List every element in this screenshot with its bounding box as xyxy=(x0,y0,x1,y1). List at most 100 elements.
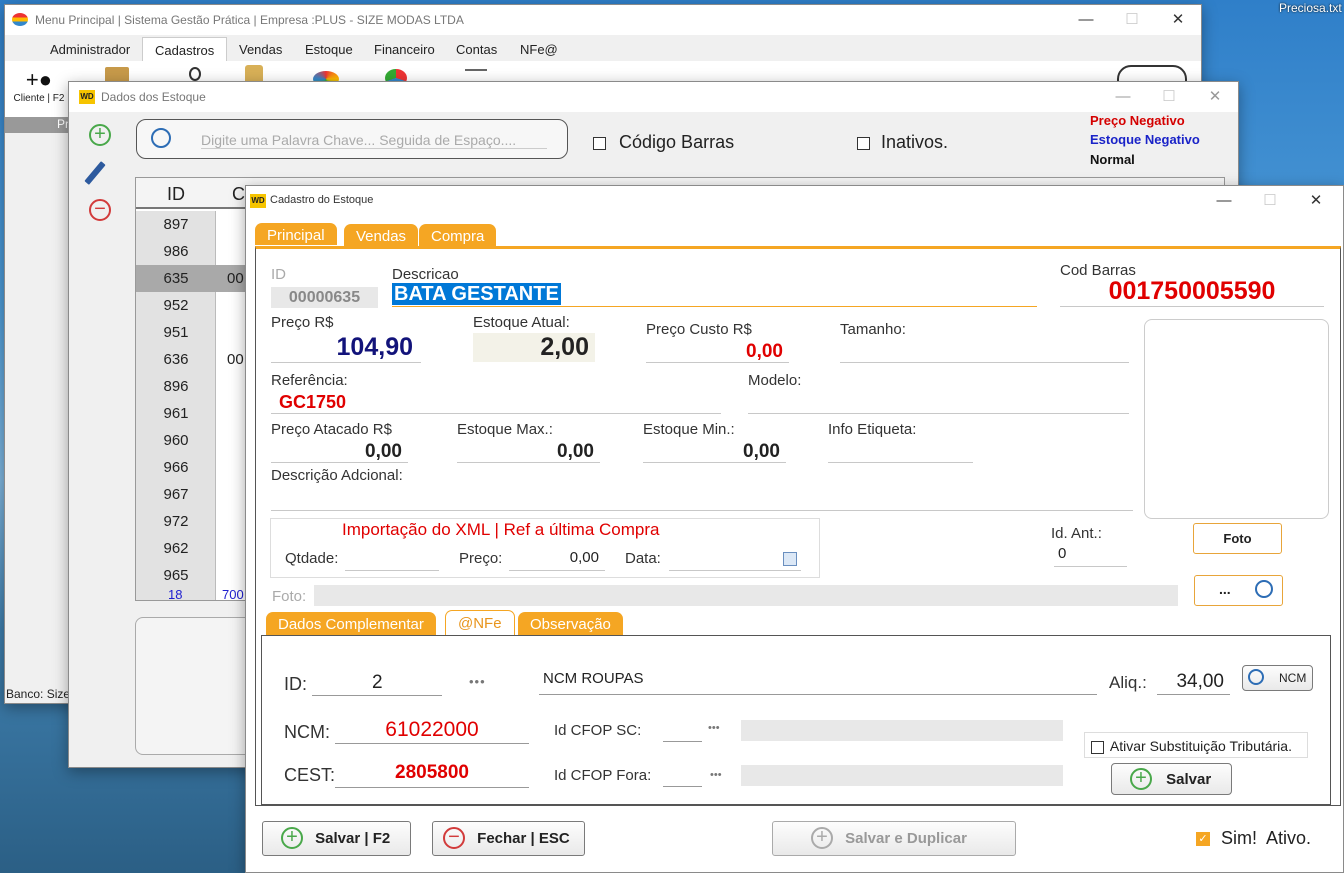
estoque-atual-label: Estoque Atual: xyxy=(473,314,570,331)
st-check-label: Ativar Substituição Tributária. xyxy=(1109,738,1292,754)
windev-logo-icon: WD xyxy=(79,90,95,104)
subtab-dados-complementar[interactable]: Dados Complementar xyxy=(266,612,436,635)
aliq-field[interactable]: 34,00 xyxy=(1157,671,1230,695)
est-max-label: Estoque Max.: xyxy=(457,421,553,438)
table-row[interactable]: 952 xyxy=(136,292,246,319)
nfe-save-button[interactable]: + Salvar xyxy=(1111,763,1232,795)
st-check-box[interactable] xyxy=(1091,740,1104,754)
est-min-field[interactable]: 0,00 xyxy=(643,441,786,463)
cfop-fora-dots-button[interactable]: ••• xyxy=(710,769,722,781)
xml-title: Importação do XML | Ref a última Compra xyxy=(342,520,660,539)
barcode-checkbox[interactable]: Código Barras xyxy=(593,132,734,153)
referencia-field[interactable]: GC1750 xyxy=(271,392,721,414)
foto-button[interactable]: Foto xyxy=(1193,523,1282,554)
active-check-box[interactable]: ✓ xyxy=(1196,832,1210,847)
xml-preco-field[interactable]: 0,00 xyxy=(509,549,605,571)
info-etiqueta-field[interactable] xyxy=(828,441,973,463)
ncm-field[interactable]: 61022000 xyxy=(335,718,529,744)
foto-path-field[interactable] xyxy=(314,585,1178,606)
save-duplicate-button[interactable]: + Salvar e Duplicar xyxy=(772,821,1016,856)
minimize-icon[interactable]: — xyxy=(1100,82,1146,112)
close-button[interactable]: − Fechar | ESC xyxy=(432,821,585,856)
modelo-field[interactable] xyxy=(748,392,1129,414)
cest-field[interactable]: 2805800 xyxy=(335,762,529,788)
table-row-partial[interactable]: 18 700 xyxy=(136,589,246,599)
menu-vendas[interactable]: Vendas xyxy=(239,42,282,57)
ncm-search-button[interactable]: NCM xyxy=(1242,665,1313,691)
tab-compra[interactable]: Compra xyxy=(419,224,497,246)
close-icon[interactable]: ✕ xyxy=(1192,82,1238,112)
maximize-icon[interactable]: ☐ xyxy=(1146,82,1192,112)
table-row[interactable]: 961 xyxy=(136,400,246,427)
st-checkbox[interactable]: Ativar Substituição Tributária. xyxy=(1084,732,1308,758)
inactive-check-box[interactable] xyxy=(857,136,870,150)
row-id: 635 xyxy=(163,270,189,287)
tamanho-field[interactable] xyxy=(840,341,1129,363)
minimize-icon[interactable]: — xyxy=(1063,5,1109,35)
subtab-observacao[interactable]: Observação xyxy=(518,612,623,635)
active-checkbox[interactable]: ✓ Sim! Ativo. xyxy=(1196,828,1311,849)
tab-vendas[interactable]: Vendas xyxy=(344,224,419,246)
nfe-id-field[interactable]: 2 xyxy=(312,672,442,696)
search-box[interactable]: Digite uma Palavra Chave... Seguida de E… xyxy=(136,119,568,159)
close-icon[interactable]: ✕ xyxy=(1155,5,1201,35)
menu-contas[interactable]: Contas xyxy=(456,42,497,57)
client-button[interactable]: +● Cliente | F2 xyxy=(9,67,69,113)
menu-cadastros[interactable]: Cadastros xyxy=(142,37,228,63)
descricao-field[interactable]: BATA GESTANTE xyxy=(392,282,1037,307)
table-row[interactable]: 967 xyxy=(136,481,246,508)
est-max-field[interactable]: 0,00 xyxy=(457,441,600,463)
search-input[interactable]: Digite uma Palavra Chave... Seguida de E… xyxy=(201,132,547,149)
table-row[interactable]: 972 xyxy=(136,508,246,535)
cfop-fora-field[interactable] xyxy=(663,765,702,787)
close-icon[interactable]: ✕ xyxy=(1293,186,1339,216)
table-row[interactable]: 635 00 xyxy=(136,265,246,292)
tab-principal[interactable]: Principal xyxy=(255,223,337,245)
desc-adicional-field[interactable] xyxy=(271,485,1133,511)
status-bar: Banco: Size xyxy=(6,687,71,701)
table-row[interactable]: 951 xyxy=(136,319,246,346)
preco-field[interactable]: 104,90 xyxy=(271,333,421,363)
minimize-icon[interactable]: — xyxy=(1201,186,1247,216)
barcode-field[interactable]: 001750005590 xyxy=(1060,277,1324,307)
grid-header-id[interactable]: ID xyxy=(136,184,216,205)
table-row[interactable]: 896 xyxy=(136,373,246,400)
row-id: 967 xyxy=(163,486,189,503)
cfop-sc-dots-button[interactable]: ••• xyxy=(708,722,720,734)
table-row[interactable]: 966 xyxy=(136,454,246,481)
calendar-icon[interactable] xyxy=(783,552,797,566)
table-row[interactable]: 962 xyxy=(136,535,246,562)
id-ant-field[interactable]: 0 xyxy=(1054,545,1127,567)
desktop-file-label[interactable]: Preciosa.txt xyxy=(1279,1,1342,15)
cfop-sc-field[interactable] xyxy=(663,720,702,742)
browse-button[interactable]: ... xyxy=(1194,575,1283,606)
menu-administrador[interactable]: Administrador xyxy=(50,42,130,57)
nfe-id-dots-button[interactable]: ••• xyxy=(469,674,486,689)
remove-icon[interactable]: − xyxy=(89,199,111,221)
barcode-check-box[interactable] xyxy=(593,136,606,150)
search-user-icon[interactable] xyxy=(189,67,201,81)
table-row[interactable]: 965 xyxy=(136,562,246,589)
stock-window-title: Dados dos Estoque xyxy=(101,90,206,104)
aliq-value: 34,00 xyxy=(1176,671,1224,692)
menu-financeiro[interactable]: Financeiro xyxy=(374,42,435,57)
qtdade-field[interactable] xyxy=(345,549,439,571)
subtab-nfe[interactable]: @NFe xyxy=(445,610,515,635)
menu-estoque[interactable]: Estoque xyxy=(305,42,353,57)
table-row[interactable]: 897 xyxy=(136,211,246,238)
add-icon[interactable]: + xyxy=(89,124,111,146)
inactive-checkbox[interactable]: Inativos. xyxy=(857,132,948,153)
atacado-value: 0,00 xyxy=(365,441,402,462)
table-row[interactable]: 960 xyxy=(136,427,246,454)
table-row[interactable]: 986 xyxy=(136,238,246,265)
table-row[interactable]: 636 00 xyxy=(136,346,246,373)
save-button[interactable]: + Salvar | F2 xyxy=(262,821,411,856)
preco-custo-field[interactable]: 0,00 xyxy=(646,341,789,363)
edit-pencil-icon[interactable] xyxy=(84,161,106,185)
data-field[interactable] xyxy=(669,549,801,571)
maximize-icon[interactable]: ☐ xyxy=(1247,186,1293,216)
menu-nfe[interactable]: NFe@ xyxy=(520,42,558,57)
atacado-field[interactable]: 0,00 xyxy=(271,441,408,463)
maximize-icon[interactable]: ☐ xyxy=(1109,5,1155,35)
search-icon xyxy=(151,128,171,148)
